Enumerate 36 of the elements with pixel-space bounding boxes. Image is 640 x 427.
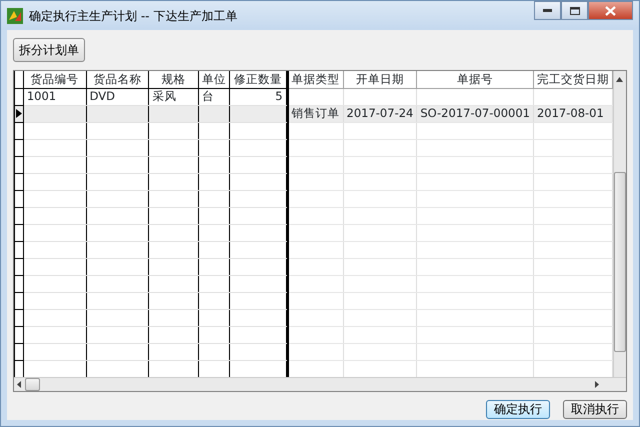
table-cell: 采风 (148, 88, 199, 105)
column-header[interactable]: 货品名称 (86, 71, 149, 88)
dialog-button[interactable]: 取消执行 (563, 400, 627, 419)
table-cell: 销售订单 (288, 105, 344, 122)
table-cell: SO-2017-07-00001 (416, 105, 534, 122)
column-header[interactable]: 修正数量 (230, 71, 286, 88)
scroll-thumb[interactable] (25, 378, 40, 391)
table-cell: DVD (86, 88, 149, 105)
scroll-up-icon[interactable] (616, 77, 624, 82)
column-header[interactable]: 单据类型 (288, 71, 344, 88)
minimize-icon (543, 9, 552, 12)
app-icon (7, 8, 23, 24)
dialog-button[interactable]: 确定执行 (486, 400, 550, 419)
column-header[interactable]: 开单日期 (343, 71, 417, 88)
table-cell: 1001 (23, 88, 86, 105)
minimize-button[interactable] (534, 1, 561, 20)
close-icon (605, 6, 616, 16)
table-cell: 2017-08-01 (533, 105, 612, 122)
horizontal-scrollbar[interactable] (14, 377, 626, 391)
scroll-right-icon[interactable] (595, 381, 599, 388)
column-header[interactable]: 完工交货日期 (533, 71, 612, 88)
scroll-thumb[interactable] (614, 172, 626, 352)
column-header[interactable]: 规格 (148, 71, 199, 88)
window-title: 确定执行主生产计划 -- 下达生产加工单 (29, 8, 238, 24)
column-header[interactable]: 单位 (198, 71, 230, 88)
table-cell: 5 (230, 88, 286, 105)
close-button[interactable] (588, 1, 633, 20)
vertical-scrollbar[interactable] (612, 71, 626, 377)
table-cell: 台 (198, 88, 230, 105)
scroll-left-icon[interactable] (17, 381, 21, 388)
column-header[interactable]: 单据号 (416, 71, 534, 88)
table-cell: 2017-07-24 (343, 105, 417, 122)
split-plan-button[interactable]: 拆分计划单 (13, 38, 85, 62)
maximize-icon (570, 6, 580, 14)
column-header[interactable]: 货品编号 (23, 71, 86, 88)
maximize-button[interactable] (561, 1, 588, 20)
